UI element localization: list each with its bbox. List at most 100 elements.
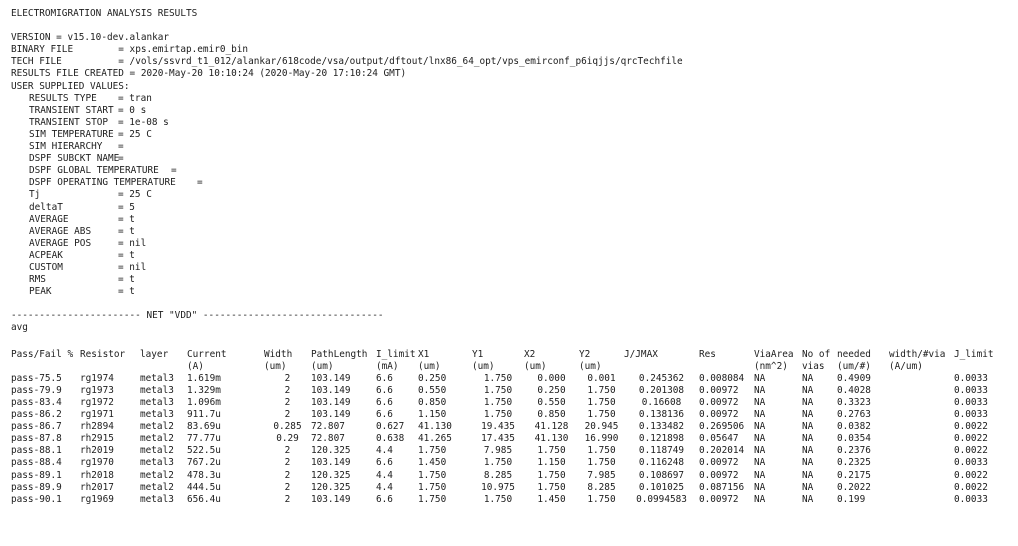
table-cell (889, 470, 954, 482)
user-value-key: CUSTOM (29, 261, 63, 273)
report-header: VERSION = v15.10-dev.alankar BINARY FILE … (11, 32, 1018, 80)
table-cell: pass-86.2 (11, 409, 62, 421)
results-table: Pass/Fail % Resistor layer Current Width Path… (11, 349, 994, 506)
table-cell: 2 (284, 372, 291, 384)
user-value-line: RESULTS TYPE = tran (11, 93, 1018, 105)
table-cell: 0.2325 (837, 457, 871, 469)
table-cell: NA (754, 372, 766, 384)
user-value-value: = t (118, 274, 135, 286)
column-unit: (um) (264, 360, 287, 372)
user-value-value: = 1e-08 s (118, 116, 169, 128)
table-cell: 1.750 (418, 493, 447, 505)
table-cell: 0.138136 (638, 409, 685, 421)
user-value-key: RESULTS TYPE (29, 92, 97, 104)
table-cell: 0.101025 (638, 481, 685, 493)
user-value-line: DSPF OPERATING TEMPERATURE = (11, 177, 1018, 189)
table-cell: 478.3u (187, 469, 221, 481)
user-value-value: = nil (118, 237, 147, 249)
table-cell: pass-89.1 (11, 469, 62, 481)
table-cell: rg1973 (80, 384, 114, 396)
user-value-line: RMS = t (11, 274, 1018, 286)
user-value-key: TRANSIENT STOP (29, 116, 109, 128)
table-cell (889, 445, 954, 457)
table-cell: 1.750 (587, 457, 616, 469)
table-cell: 0.250 (537, 384, 566, 396)
table-cell: 1.150 (537, 457, 566, 469)
column-unit: (A/um) (889, 360, 923, 372)
table-cell: 0.3323 (837, 397, 871, 408)
table-cell: 0.627 (376, 421, 405, 433)
table-cell: 0.269506 (699, 421, 745, 433)
user-value-line: CUSTOM = nil (11, 262, 1018, 274)
user-value-line: AVERAGE POS = nil (11, 238, 1018, 250)
column-unit: vias (802, 360, 825, 372)
table-cell: pass-87.8 (11, 433, 62, 445)
table-cell: 16.990 (584, 433, 619, 445)
table-cell: 0.0022 (954, 469, 988, 481)
table-cell: rg1972 (80, 397, 114, 408)
table-cell: 120.325 (311, 445, 351, 457)
table-cell: NA (754, 445, 766, 457)
table-cell: 0.00972 (699, 457, 739, 469)
table-cell: 0.00972 (699, 409, 739, 421)
table-cell: metal2 (140, 481, 174, 493)
table-row: pass-86.2 rg1971 metal3 911.7u 2 103.149 6.6 1.… (11, 409, 994, 421)
column-header: No of (802, 348, 831, 360)
table-cell: 0.0382 (837, 421, 871, 433)
table-cell: rg1970 (80, 457, 114, 469)
table-cell: NA (802, 421, 814, 433)
table-cell: NA (754, 493, 766, 505)
table-cell: NA (754, 469, 766, 481)
table-cell: metal3 (140, 397, 174, 408)
user-value-value: = (118, 153, 124, 165)
table-cell: 911.7u (187, 409, 221, 421)
table-cell: 0.116248 (638, 457, 685, 469)
table-cell: 1.150 (418, 409, 447, 421)
table-cell: 0.2376 (837, 445, 871, 457)
table-cell: NA (754, 481, 766, 493)
column-unit: (um) (311, 360, 334, 372)
table-cell: metal2 (140, 469, 174, 481)
table-cell: 0.00972 (699, 384, 739, 396)
table-cell: NA (802, 397, 814, 408)
table-cell: 0.00972 (699, 469, 739, 481)
table-cell: NA (754, 433, 766, 445)
table-cell: pass-88.4 (11, 457, 62, 469)
table-cell: 41.128 (534, 421, 569, 433)
user-value-key: ACPEAK (29, 249, 63, 261)
table-cell: 72.807 (311, 421, 345, 433)
column-unit (699, 361, 754, 373)
column-unit: (um) (418, 360, 441, 372)
column-header: J_limit (954, 348, 994, 360)
table-cell: 6.6 (376, 397, 393, 408)
column-header: layer (140, 348, 169, 360)
table-cell: 72.807 (311, 433, 345, 445)
user-value-value: = 25 C (118, 128, 152, 140)
table-cell: 522.5u (187, 445, 221, 457)
table-cell: 1.750 (483, 409, 513, 421)
table-cell: 2 (284, 409, 291, 421)
table-cell: 767.2u (187, 457, 221, 469)
table-row: pass-89.9 rh2017 metal2 444.5u 2 120.325 4.4 1.… (11, 482, 994, 494)
table-cell: 0.16608 (641, 397, 682, 408)
table-cell: NA (754, 384, 766, 396)
table-cell: pass-90.1 (11, 493, 62, 505)
table-cell: 1.750 (483, 384, 513, 396)
header-key: TECH FILE (11, 56, 62, 68)
table-cell: 4.4 (376, 481, 393, 493)
user-value-value: = (171, 165, 177, 177)
header-line: BINARY FILE = xps.emirtap.emir0_bin (11, 44, 1018, 56)
table-row: pass-90.1 rg1969 metal3 656.4u 2 103.149 6.6 1.… (11, 494, 994, 506)
table-cell: 120.325 (311, 469, 351, 481)
table-row: pass-89.1 rh2018 metal2 478.3u 2 120.325 4.4 1.… (11, 470, 994, 482)
table-cell: 2 (284, 481, 291, 493)
header-key: VERSION (11, 32, 51, 44)
column-header: X2 (524, 348, 536, 360)
table-cell: 0.0994583 (636, 493, 687, 505)
user-value-value: = 5 (118, 201, 135, 213)
table-cell: 77.77u (187, 433, 221, 445)
user-value-value: = t (118, 286, 135, 298)
table-cell: 10.975 (481, 481, 515, 493)
table-cell: 0.0033 (954, 384, 988, 396)
column-header: Width (264, 348, 293, 360)
